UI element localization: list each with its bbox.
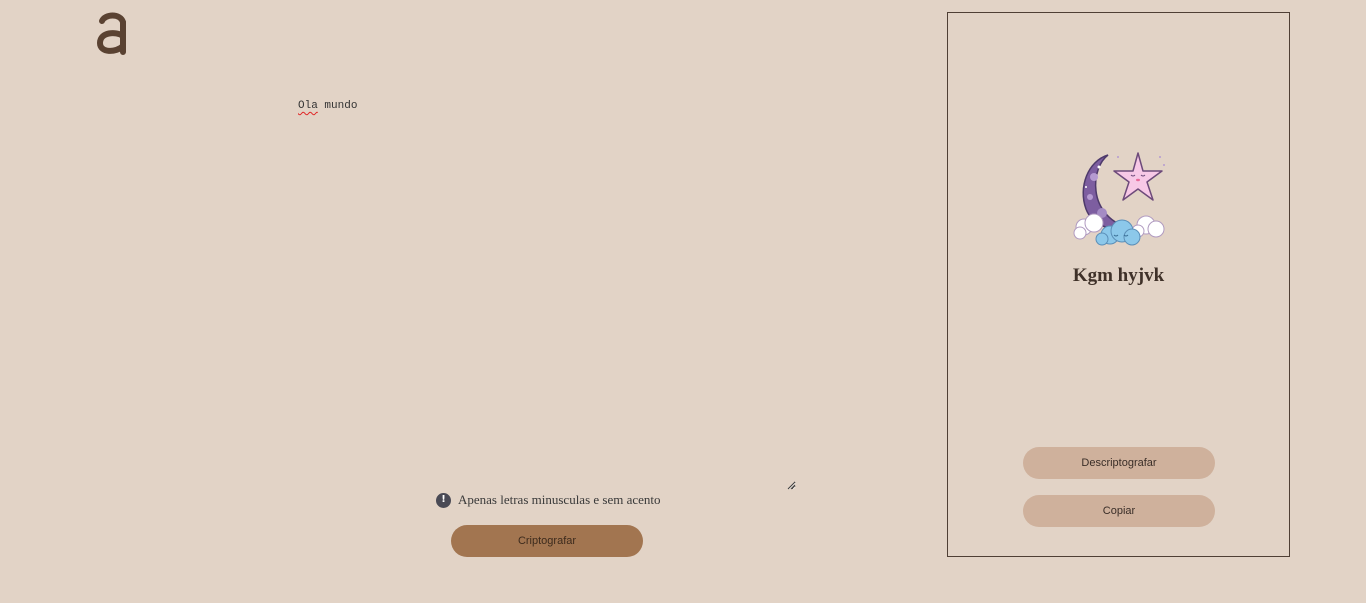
decrypt-button[interactable]: Descriptografar (1023, 447, 1215, 479)
input-hint: ! Apenas letras minusculas e sem acento (436, 492, 661, 508)
output-panel: Kgm hyjvk Descriptografar Copiar (947, 12, 1290, 557)
exclamation-circle-icon: ! (436, 492, 451, 508)
moon-star-cloud-illustration (1073, 152, 1165, 246)
result-text: Kgm hyjvk (1072, 265, 1165, 286)
message-input[interactable] (296, 96, 796, 490)
alura-logo-icon (96, 12, 126, 55)
encrypt-button[interactable]: Criptografar (451, 525, 643, 557)
hint-text: Apenas letras minusculas e sem acento (458, 492, 661, 507)
copy-button[interactable]: Copiar (1023, 495, 1215, 527)
resize-grip-icon[interactable] (786, 480, 796, 490)
